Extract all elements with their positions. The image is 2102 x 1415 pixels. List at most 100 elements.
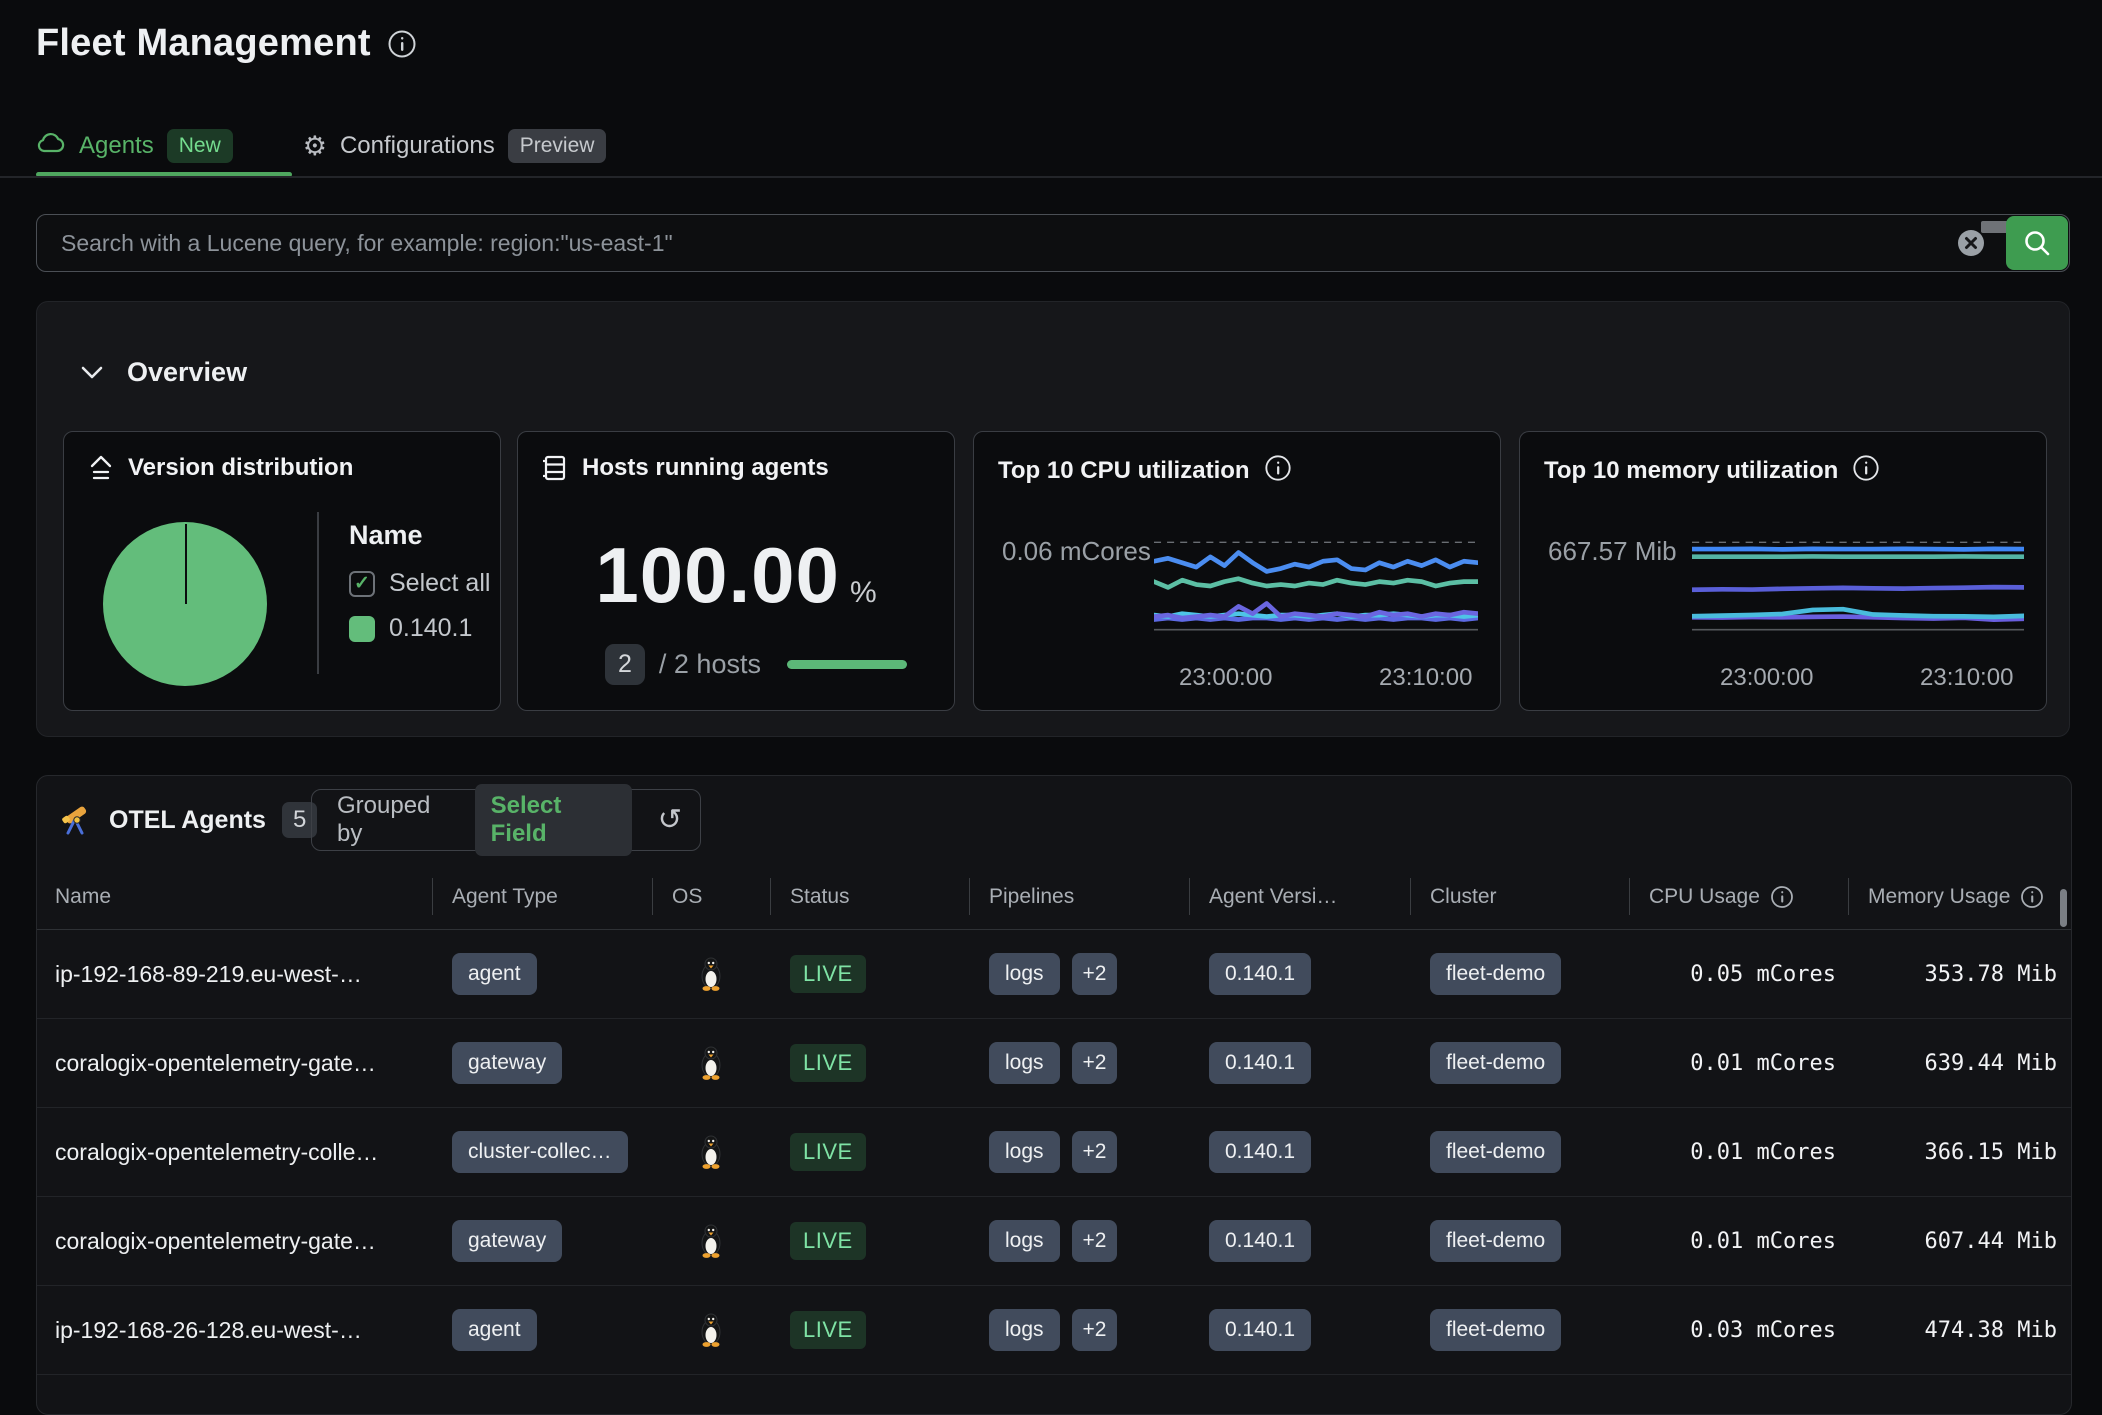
agent-type-badge: agent bbox=[452, 1309, 537, 1351]
pipeline-more-badge[interactable]: +2 bbox=[1072, 1042, 1118, 1084]
column-header-pipelines[interactable]: Pipelines bbox=[969, 863, 1189, 930]
status-cell: LIVE bbox=[770, 1133, 969, 1171]
legend-title: Name bbox=[349, 520, 490, 551]
column-header-agent-type[interactable]: Agent Type bbox=[432, 863, 652, 930]
preview-badge: Preview bbox=[508, 129, 607, 163]
table-row[interactable]: ip-192-168-26-128.eu-west-…agentLIVElogs… bbox=[37, 1286, 2071, 1375]
version-cell: 0.140.1 bbox=[1189, 1042, 1410, 1084]
info-icon[interactable] bbox=[387, 29, 417, 59]
x-tick: 23:10:00 bbox=[1379, 664, 1472, 692]
agents-table-toolbar: OTEL Agents 5 Grouped by Select Field ↺ bbox=[37, 789, 2071, 851]
tab-agents-label: Agents bbox=[79, 132, 154, 160]
info-icon[interactable] bbox=[1770, 885, 1794, 909]
tab-configurations[interactable]: ⚙ Configurations Preview bbox=[303, 129, 607, 163]
grouped-by-select[interactable]: Select Field bbox=[475, 784, 632, 856]
pipeline-more-badge[interactable]: +2 bbox=[1072, 953, 1118, 995]
clear-search-icon[interactable] bbox=[1956, 228, 1986, 258]
hosts-card-title: Hosts running agents bbox=[582, 454, 829, 482]
gear-icon: ⚙ bbox=[303, 133, 327, 160]
info-icon[interactable] bbox=[2020, 885, 2044, 909]
legend-item-version[interactable]: 0.140.1 bbox=[349, 614, 490, 643]
chevron-down-icon bbox=[81, 366, 103, 380]
magnifier-icon bbox=[2022, 228, 2052, 258]
version-badge: 0.140.1 bbox=[1209, 1309, 1311, 1351]
select-all-option[interactable]: ✓ Select all bbox=[349, 569, 490, 598]
hosts-icon bbox=[542, 454, 568, 482]
search-input[interactable] bbox=[36, 214, 2070, 272]
version-cell: 0.140.1 bbox=[1189, 1309, 1410, 1351]
overview-header[interactable]: Overview bbox=[81, 357, 247, 388]
cluster-cell: fleet-demo bbox=[1410, 1042, 1629, 1084]
status-badge: LIVE bbox=[790, 1044, 866, 1082]
info-icon[interactable] bbox=[1852, 454, 1880, 487]
cpu-usage-value: 0.03 mCores bbox=[1629, 1318, 1848, 1343]
info-icon[interactable] bbox=[1264, 454, 1292, 487]
agent-name: coralogix-opentelemetry-gate… bbox=[37, 1050, 432, 1077]
pipeline-badge[interactable]: logs bbox=[989, 1220, 1060, 1262]
table-row[interactable]: coralogix-opentelemetry-colle…cluster-co… bbox=[37, 1108, 2071, 1197]
cluster-cell: fleet-demo bbox=[1410, 1309, 1629, 1351]
pipeline-badge[interactable]: logs bbox=[989, 1309, 1060, 1351]
page-title: Fleet Management bbox=[36, 22, 371, 65]
cpu-usage-value: 0.01 mCores bbox=[1629, 1051, 1848, 1076]
column-header-os[interactable]: OS bbox=[652, 863, 770, 930]
column-header-name[interactable]: Name bbox=[37, 863, 432, 930]
pipeline-more-badge[interactable]: +2 bbox=[1072, 1220, 1118, 1262]
agent-type-cell: gateway bbox=[432, 1220, 652, 1262]
column-header-cpu-usage[interactable]: CPU Usage bbox=[1629, 863, 1848, 930]
pipelines-cell: logs +2 bbox=[969, 1309, 1189, 1351]
grouped-by-control[interactable]: Grouped by Select Field ↺ bbox=[311, 789, 701, 851]
pipeline-badge[interactable]: logs bbox=[989, 953, 1060, 995]
status-cell: LIVE bbox=[770, 1044, 969, 1082]
cloud-icon bbox=[36, 131, 66, 162]
pipelines-cell: logs +2 bbox=[969, 1042, 1189, 1084]
linux-penguin-icon bbox=[696, 1045, 726, 1081]
tabbar-divider bbox=[0, 176, 2102, 178]
version-badge: 0.140.1 bbox=[1209, 1131, 1311, 1173]
hosts-count-chip: 2 bbox=[605, 644, 645, 685]
legend-swatch bbox=[349, 616, 375, 642]
version-pie-chart[interactable] bbox=[103, 522, 267, 686]
table-header-row: Name Agent Type OS Status Pipelines Agen… bbox=[37, 863, 2071, 930]
pipeline-badge[interactable]: logs bbox=[989, 1131, 1060, 1173]
select-all-label: Select all bbox=[389, 569, 490, 598]
pipeline-more-badge[interactable]: +2 bbox=[1072, 1131, 1118, 1173]
column-header-status[interactable]: Status bbox=[770, 863, 969, 930]
pipeline-more-badge[interactable]: +2 bbox=[1072, 1309, 1118, 1351]
version-icon bbox=[88, 454, 114, 482]
linux-penguin-icon bbox=[696, 1312, 726, 1348]
cluster-cell: fleet-demo bbox=[1410, 953, 1629, 995]
column-header-cluster[interactable]: Cluster bbox=[1410, 863, 1629, 930]
version-badge: 0.140.1 bbox=[1209, 1042, 1311, 1084]
search-button[interactable] bbox=[2006, 216, 2068, 270]
table-row[interactable]: coralogix-opentelemetry-gate…gatewayLIVE… bbox=[37, 1197, 2071, 1286]
chart-series-line bbox=[1692, 587, 2024, 590]
search-bar bbox=[36, 214, 2070, 272]
legend-divider bbox=[317, 512, 319, 674]
cpu-y-axis-label: 0.06 mCores bbox=[1002, 536, 1151, 567]
tab-agents[interactable]: Agents New bbox=[36, 129, 233, 163]
linux-penguin-icon bbox=[696, 1223, 726, 1259]
version-distribution-card: Version distribution Name ✓ Select all 0… bbox=[63, 431, 501, 711]
agent-name: coralogix-opentelemetry-gate… bbox=[37, 1228, 432, 1255]
memory-card-title: Top 10 memory utilization bbox=[1544, 457, 1838, 485]
reset-icon[interactable]: ↺ bbox=[658, 806, 682, 835]
agent-type-badge: agent bbox=[452, 953, 537, 995]
os-cell bbox=[652, 956, 770, 992]
table-scrollbar[interactable] bbox=[2060, 889, 2067, 927]
version-cell: 0.140.1 bbox=[1189, 1131, 1410, 1173]
pipeline-badge[interactable]: logs bbox=[989, 1042, 1060, 1084]
column-header-agent-version[interactable]: Agent Versi… bbox=[1189, 863, 1410, 930]
table-row[interactable]: coralogix-opentelemetry-gate… gateway LIVE… bbox=[37, 1019, 2071, 1108]
column-header-memory-usage[interactable]: Memory Usage bbox=[1848, 863, 2071, 930]
version-card-title: Version distribution bbox=[128, 454, 353, 482]
grouped-by-label: Grouped by bbox=[337, 792, 455, 848]
agent-type-cell: agent bbox=[432, 1309, 652, 1351]
status-badge: LIVE bbox=[790, 1133, 866, 1171]
status-cell: LIVE bbox=[770, 955, 969, 993]
table-row[interactable]: ip-192-168-89-219.eu-west-…agentLIVElogs… bbox=[37, 930, 2071, 1019]
checkbox-checked-icon[interactable]: ✓ bbox=[349, 571, 375, 597]
os-cell bbox=[652, 1045, 770, 1081]
os-cell bbox=[652, 1223, 770, 1259]
agent-type-badge: gateway bbox=[452, 1042, 562, 1084]
